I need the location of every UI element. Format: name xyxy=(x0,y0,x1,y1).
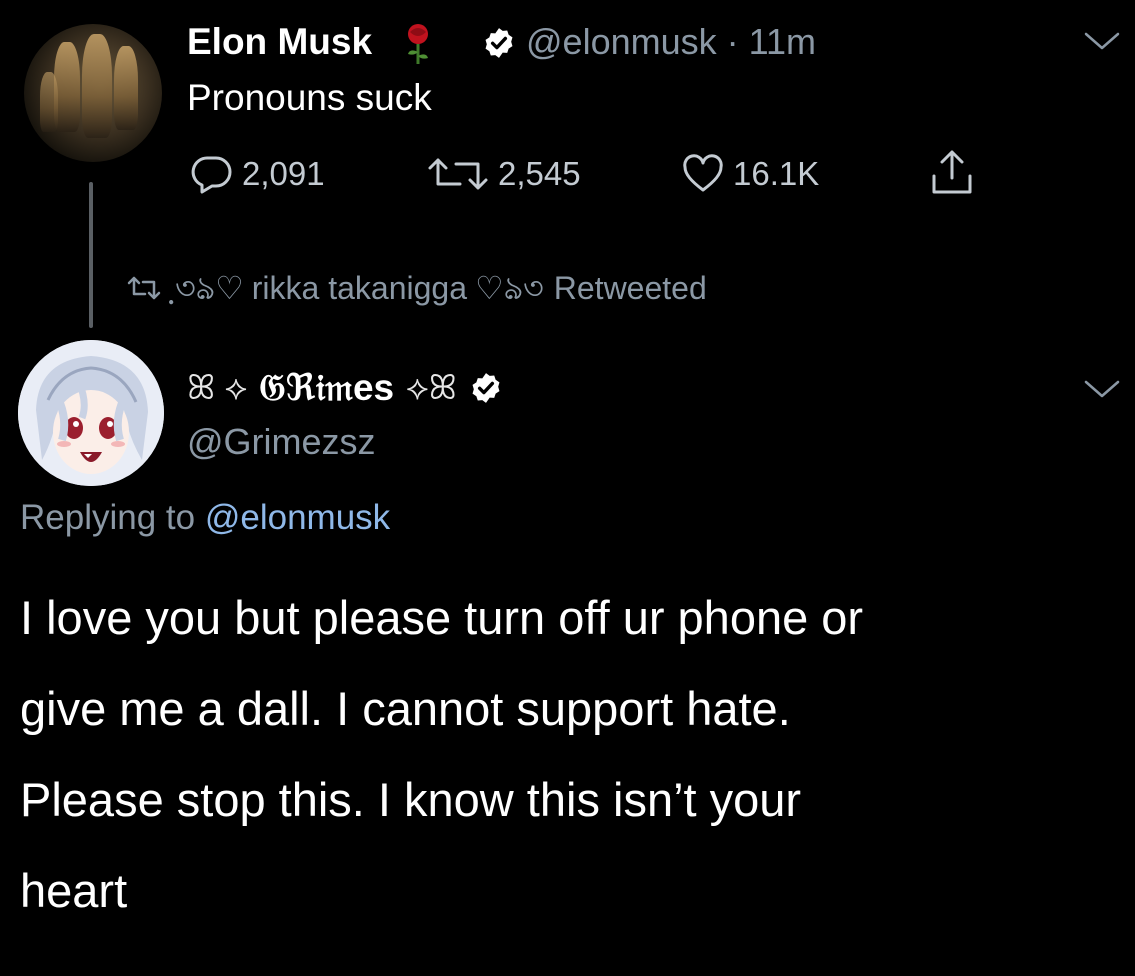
retweeter-deco-right: ♡ঌ৩ xyxy=(475,270,544,306)
rose-emoji-icon xyxy=(408,24,428,64)
reply-button[interactable]: 2,091 xyxy=(190,154,325,194)
author-name[interactable]: Elon Musk xyxy=(187,20,372,64)
grimes-display-name: 𝔊ℜ𝔦𝔪es xyxy=(259,367,395,408)
replying-to-line: Replying to @elonmusk xyxy=(20,496,390,540)
anime-avatar-icon xyxy=(18,340,164,486)
reply-icon xyxy=(191,156,232,194)
retweet-count: 2,545 xyxy=(498,155,581,192)
like-icon xyxy=(683,154,723,192)
thread-connector-line xyxy=(89,182,93,328)
retweeter-name[interactable]: rikka takanigga xyxy=(252,268,467,308)
reply-text-line: I love you but please turn off ur phone … xyxy=(20,591,864,644)
retweeted-by-banner[interactable]: ฺ৩ঌ♡ rikka takanigga ♡ঌ৩ Retweeted xyxy=(127,268,707,308)
reply-text-line: give me a dall. I cannot support hate. xyxy=(20,682,791,735)
avatar-grimezsz[interactable] xyxy=(18,340,164,486)
reply-count: 2,091 xyxy=(242,155,325,192)
reply-text-line: Please stop this. I know this isn’t your xyxy=(20,773,802,826)
name-ornament-left: ꕤ ⟡ xyxy=(187,369,248,407)
reply-tweet-text: I love you but please turn off ur phone … xyxy=(20,572,1120,936)
verified-badge-icon xyxy=(472,373,500,403)
like-button[interactable]: 16.1K xyxy=(681,154,819,194)
like-count: 16.1K xyxy=(733,155,820,192)
author-name-grimes[interactable]: ꕤ ⟡ 𝔊ℜ𝔦𝔪es ⟡ꕤ xyxy=(187,366,503,410)
chevron-down-icon[interactable] xyxy=(1082,378,1122,402)
verified-badge-icon xyxy=(485,28,513,58)
retweet-small-icon xyxy=(127,276,161,300)
avatar-elonmusk[interactable] xyxy=(24,24,162,162)
retweeted-label: Retweeted xyxy=(553,270,707,306)
share-icon xyxy=(932,150,972,194)
retweet-button[interactable]: 2,545 xyxy=(426,154,581,194)
share-button[interactable] xyxy=(926,146,986,198)
author-handle-and-time[interactable]: @elonmusk · 11m xyxy=(526,20,816,64)
tweet-text: Pronouns suck xyxy=(187,77,432,118)
chevron-down-icon[interactable] xyxy=(1082,30,1122,54)
tweet-timestamp[interactable]: 11m xyxy=(749,21,816,62)
reply-text-line: heart xyxy=(20,864,128,917)
name-ornament-right: ⟡ꕤ xyxy=(406,369,457,407)
replying-to-label: Replying to xyxy=(20,498,196,537)
retweeter-deco-left: ฺ৩ঌ♡ xyxy=(175,270,244,306)
replying-to-mention[interactable]: @elonmusk xyxy=(205,498,390,537)
author-handle-grimezsz[interactable]: @Grimezsz xyxy=(187,420,376,464)
retweet-icon xyxy=(428,158,488,190)
